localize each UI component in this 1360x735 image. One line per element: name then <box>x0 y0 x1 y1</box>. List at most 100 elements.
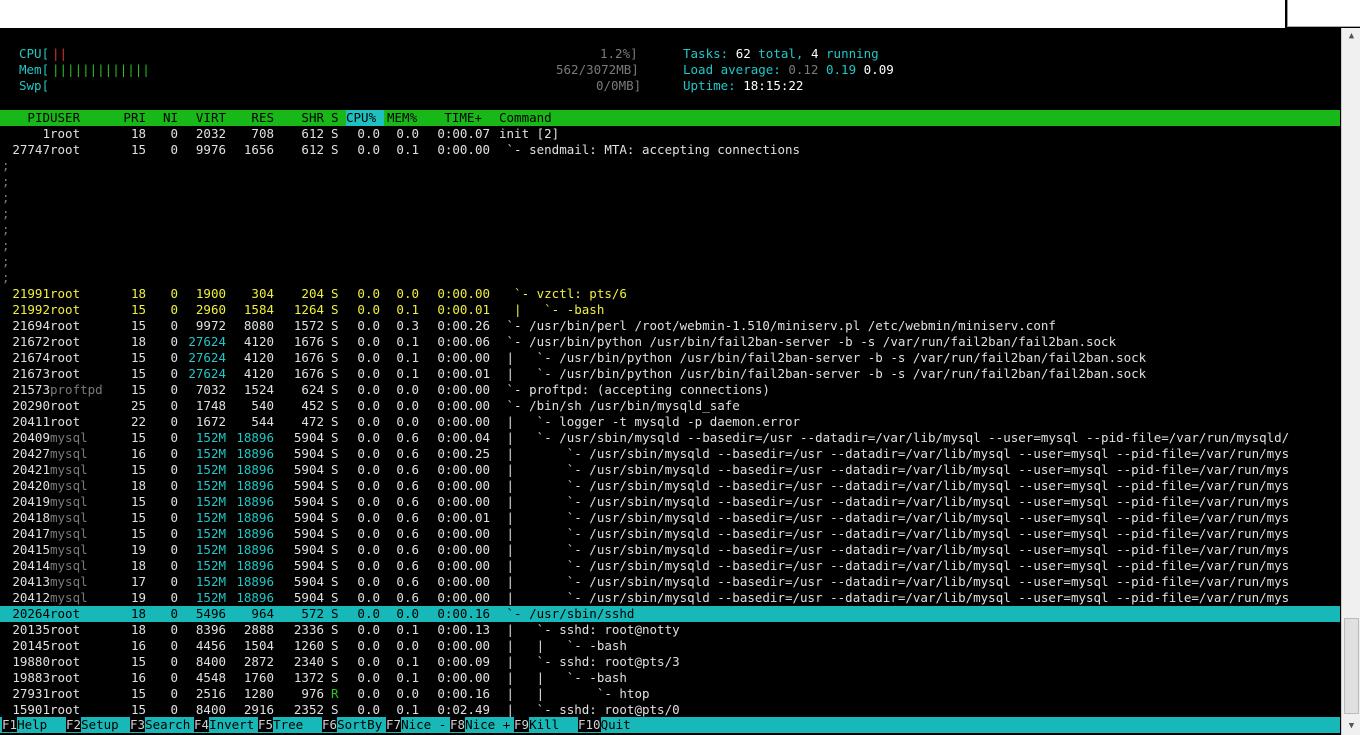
cell-mem: 0.6 <box>396 526 419 541</box>
table-row[interactable]: 20414 mysql 18 0 152M 18896 5904 S 0.0 0.6 0:00.00… <box>0 558 1340 574</box>
table-row[interactable]: 15901 root 15 0 8400 2916 2352 S 0.0 0.1 0:02.49 |… <box>0 702 1340 718</box>
process-table-header[interactable]: PID USER PRI NI VIRT RES SHR S CPU% MEM%… <box>0 110 1340 126</box>
fkey-f1[interactable]: F1Help <box>2 717 62 733</box>
col-time[interactable]: TIME+ <box>430 110 482 126</box>
cell-virt: 4548 <box>195 670 226 685</box>
col-mem[interactable]: MEM% <box>387 110 417 126</box>
col-command[interactable]: Command <box>499 110 552 126</box>
col-state[interactable]: S <box>331 110 339 126</box>
browser-address-bar[interactable] <box>0 0 1285 28</box>
table-row[interactable]: 20290 root 25 0 1748 540 452 S 0.0 0.0 0:00.00 `- … <box>0 398 1340 414</box>
fkey-f2[interactable]: F2Setup <box>66 717 126 733</box>
load-5: 0.19 <box>826 62 857 77</box>
fkey-f10[interactable]: F10Quit <box>578 717 631 733</box>
col-pid[interactable]: PID <box>0 110 50 126</box>
fkey-key: F2 <box>66 717 82 732</box>
uptime: Uptime: 18:15:22 <box>683 78 1283 94</box>
table-row[interactable]: 20413 mysql 17 0 152M 18896 5904 S 0.0 0.6 0:00.00… <box>0 574 1340 590</box>
table-row[interactable]: 20412 mysql 19 0 152M 18896 5904 S 0.0 0.6 0:00.00… <box>0 590 1340 606</box>
terminal-htop[interactable]: CPU[ || 1.2%] Mem[ ||||||||||||| 562/307… <box>0 28 1340 735</box>
table-row[interactable]: 20145 root 16 0 4456 1504 1260 S 0.0 0.0 0:00.00 |… <box>0 638 1340 654</box>
cell-cpu: 0.0 <box>357 366 380 381</box>
cell-shr: 5904 <box>293 526 324 541</box>
fkey-f7[interactable]: F7Nice - <box>386 717 446 733</box>
fkey-label: Setup <box>81 717 127 732</box>
table-row[interactable]: 21673 root 15 0 27624 4120 1676 S 0.0 0.1 0:00.01 … <box>0 366 1340 382</box>
col-shr[interactable]: SHR <box>274 110 324 126</box>
scrollbar-thumb[interactable] <box>1344 618 1359 714</box>
cell-user: mysql <box>50 478 88 493</box>
table-row[interactable]: 20427 mysql 16 0 152M 18896 5904 S 0.0 0.6 0:00.25… <box>0 446 1340 462</box>
table-row[interactable]: 21573 proftpd 15 0 7032 1524 624 S 0.0 0.0 0:00.00… <box>0 382 1340 398</box>
cell-pri: 15 <box>130 430 146 445</box>
cell-shr: 5904 <box>293 478 324 493</box>
table-row[interactable]: 20411 root 22 0 1672 544 472 S 0.0 0.0 0:00.00 | `… <box>0 414 1340 430</box>
col-user[interactable]: USER <box>50 110 80 126</box>
cell-time: 0:00.00 <box>437 142 490 157</box>
cell-user: mysql <box>50 510 88 525</box>
col-res[interactable]: RES <box>226 110 274 126</box>
table-row[interactable]: 20135 root 18 0 8396 2888 2336 S 0.0 0.1 0:00.13 |… <box>0 622 1340 638</box>
col-virt[interactable]: VIRT <box>178 110 226 126</box>
table-row[interactable]: 1 root 18 0 2032 708 612 S 0.0 0.0 0:00.07 init [2] <box>0 126 1340 142</box>
cell-shr: 624 <box>301 382 324 397</box>
cell-virt: 27624 <box>188 350 226 365</box>
col-ni[interactable]: NI <box>150 110 178 126</box>
cell-ni: 0 <box>170 350 178 365</box>
cell-ni: 0 <box>170 302 178 317</box>
fkey-f9[interactable]: F9Kill <box>514 717 574 733</box>
cell-pid: 20418 <box>12 510 50 525</box>
table-row[interactable]: 21674 root 15 0 27624 4120 1676 S 0.0 0.1 0:00.00 … <box>0 350 1340 366</box>
cell-shr: 1260 <box>293 638 324 653</box>
table-row[interactable]: 27931 root 15 0 2516 1280 976 R 0.0 0.0 0:00.16 | … <box>0 686 1340 702</box>
table-row[interactable]: 21992 root 15 0 2960 1584 1264 S 0.0 0.1 0:00.01 |… <box>0 302 1340 318</box>
cell-command: | `- /usr/sbin/mysqld --basedir=/usr --d… <box>499 494 1290 509</box>
cell-virt: 9976 <box>195 142 226 157</box>
table-row[interactable]: 27747 root 15 0 9976 1656 612 S 0.0 0.1 0:00.00 `-… <box>0 142 1340 158</box>
cell-command: `- vzctl: pts/6 <box>499 286 627 301</box>
table-row[interactable]: 19883 root 16 0 4548 1760 1372 S 0.0 0.1 0:00.00 |… <box>0 670 1340 686</box>
cell-user: mysql <box>50 558 88 573</box>
cell-ni: 0 <box>170 590 178 605</box>
cell-mem: 0.6 <box>396 494 419 509</box>
cell-ni: 0 <box>170 478 178 493</box>
cell-pri: 15 <box>130 142 146 157</box>
table-row[interactable]: 21694 root 15 0 9972 8080 1572 S 0.0 0.3 0:00.26 `… <box>0 318 1340 334</box>
cell-time: 0:00.00 <box>437 526 490 541</box>
cell-mem: 0.1 <box>396 350 419 365</box>
table-row[interactable]: 19880 root 15 0 8400 2872 2340 S 0.0 0.1 0:00.09 |… <box>0 654 1340 670</box>
fkey-f6[interactable]: F6SortBy <box>322 717 382 733</box>
table-row[interactable]: 20264 root 18 0 5496 964 572 S 0.0 0.0 0:00.16 `- … <box>0 606 1340 622</box>
fkey-f8[interactable]: F8Nice + <box>450 717 510 733</box>
table-row[interactable]: 20417 mysql 15 0 152M 18896 5904 S 0.0 0.6 0:00.00… <box>0 526 1340 542</box>
fkey-f3[interactable]: F3Search <box>130 717 190 733</box>
scroll-up-icon[interactable]: ▲ <box>1342 28 1360 45</box>
table-row[interactable]: 20419 mysql 15 0 152M 18896 5904 S 0.0 0.6 0:00.00… <box>0 494 1340 510</box>
table-row[interactable]: 20421 mysql 15 0 152M 18896 5904 S 0.0 0.6 0:00.00… <box>0 462 1340 478</box>
fkey-f5[interactable]: F5Tree <box>258 717 318 733</box>
vertical-scrollbar[interactable]: ▲ ▼ <box>1341 28 1360 735</box>
table-row[interactable]: 20420 mysql 18 0 152M 18896 5904 S 0.0 0.6 0:00.00… <box>0 478 1340 494</box>
uptime-value: 18:15:22 <box>743 78 804 93</box>
collapsed-rows-marker: ; <box>0 270 1340 286</box>
col-pri[interactable]: PRI <box>110 110 146 126</box>
cell-command: | `- /usr/sbin/mysqld --basedir=/usr --d… <box>499 574 1290 589</box>
table-row[interactable]: 20409 mysql 15 0 152M 18896 5904 S 0.0 0.6 0:00.04… <box>0 430 1340 446</box>
cell-cpu: 0.0 <box>357 638 380 653</box>
cell-shr: 5904 <box>293 558 324 573</box>
cell-state: R <box>331 686 339 701</box>
table-row[interactable]: 21991 root 18 0 1900 304 204 S 0.0 0.0 0:00.00 `- … <box>0 286 1340 302</box>
cell-shr: 1676 <box>293 350 324 365</box>
table-row[interactable]: 21672 root 18 0 27624 4120 1676 S 0.0 0.1 0:00.06 … <box>0 334 1340 350</box>
fkey-key: F3 <box>130 717 146 732</box>
scroll-down-icon[interactable]: ▼ <box>1342 718 1360 735</box>
table-row[interactable]: 20415 mysql 19 0 152M 18896 5904 S 0.0 0.6 0:00.00… <box>0 542 1340 558</box>
table-row[interactable]: 20418 mysql 15 0 152M 18896 5904 S 0.0 0.6 0:00.01… <box>0 510 1340 526</box>
col-cpu[interactable]: CPU% <box>346 110 384 126</box>
cell-virt: 152M <box>195 446 226 461</box>
fkey-label: Search <box>145 717 191 732</box>
cell-pri: 17 <box>130 574 146 589</box>
cell-pri: 22 <box>130 414 146 429</box>
fkey-f4[interactable]: F4Invert <box>194 717 254 733</box>
cell-pid: 21992 <box>12 302 50 317</box>
